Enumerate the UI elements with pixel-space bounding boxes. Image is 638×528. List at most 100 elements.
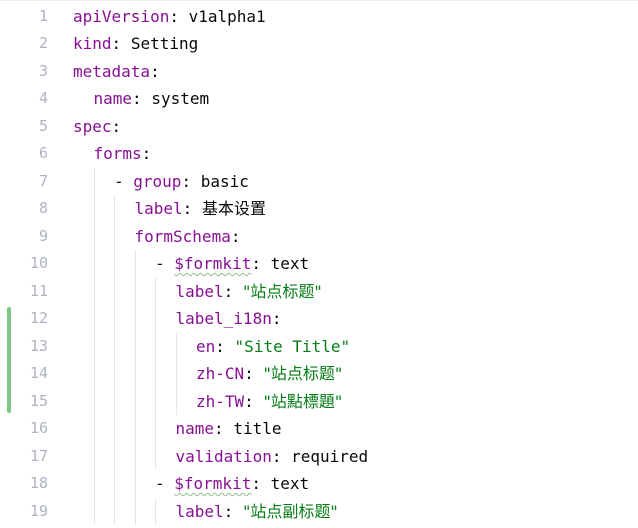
yaml-key: zh-TW bbox=[196, 391, 245, 411]
indent-guide bbox=[73, 140, 94, 168]
code-line[interactable]: 13 en: "Site Title" bbox=[30, 332, 638, 361]
code-line[interactable]: 15 zh-TW: "站點標題" bbox=[30, 387, 638, 416]
indent-guide bbox=[73, 470, 94, 498]
yaml-value: text bbox=[270, 474, 310, 493]
indent-guide bbox=[134, 305, 156, 333]
indent-guide bbox=[93, 360, 115, 388]
line-number: 8 bbox=[38, 199, 48, 217]
yaml-value: title bbox=[233, 419, 282, 438]
indent-guide bbox=[175, 332, 197, 361]
code-editor[interactable]: 1 apiVersion: v1alpha1 2 kind: Setting 3 meta… bbox=[0, 0, 638, 528]
indent-guide bbox=[73, 443, 94, 471]
yaml-colon: : bbox=[271, 446, 282, 466]
code-line[interactable]: 9 formSchema: bbox=[39, 222, 638, 251]
yaml-colon: : bbox=[141, 144, 152, 163]
yaml-colon: : bbox=[230, 226, 241, 246]
yaml-value: system bbox=[151, 89, 210, 108]
indent-guide bbox=[114, 442, 135, 471]
indent-guide bbox=[73, 250, 94, 278]
yaml-key: apiVersion bbox=[73, 6, 170, 26]
code-line[interactable]: 2 kind: Setting bbox=[39, 30, 638, 58]
code-line[interactable]: 7 - group: basic bbox=[39, 167, 638, 196]
yaml-colon: : bbox=[223, 281, 234, 301]
yaml-key: name bbox=[175, 419, 215, 438]
indent-guide bbox=[114, 332, 135, 361]
line-number: 12 bbox=[29, 309, 48, 327]
yaml-key: validation bbox=[175, 446, 272, 466]
line-number: 14 bbox=[29, 364, 48, 382]
indent-guide bbox=[93, 250, 115, 278]
code-area[interactable]: 1 apiVersion: v1alpha1 2 kind: Setting 3 meta… bbox=[30, 3, 638, 526]
yaml-key: label bbox=[134, 199, 183, 218]
indent-guide bbox=[73, 278, 94, 306]
code-line[interactable]: 10 - $formkit: text bbox=[30, 250, 638, 278]
yaml-colon: : bbox=[244, 364, 254, 383]
indent-guide bbox=[155, 387, 176, 416]
code-line[interactable]: 11 label: "站点标题" bbox=[30, 277, 638, 306]
code-line[interactable]: 16 name: title bbox=[30, 415, 638, 443]
indent-guide bbox=[134, 332, 156, 361]
yaml-string-value: "站点副标题" bbox=[242, 501, 338, 521]
code-line[interactable]: 6 forms: bbox=[39, 140, 638, 168]
yaml-colon: : bbox=[169, 6, 179, 26]
indent-guide bbox=[155, 305, 176, 333]
code-line[interactable]: 18 - $formkit: text bbox=[30, 470, 638, 498]
yaml-key: forms bbox=[93, 144, 142, 163]
code-line[interactable]: 5 spec: bbox=[39, 113, 638, 141]
line-number: 19 bbox=[29, 501, 48, 520]
indent-guide bbox=[114, 360, 135, 388]
line-number: 17 bbox=[29, 446, 48, 465]
yaml-colon: : bbox=[132, 89, 142, 108]
indent-guide bbox=[73, 333, 94, 361]
indent-guide bbox=[134, 277, 156, 306]
indent-guide bbox=[134, 442, 156, 471]
code-line[interactable]: 4 name: system bbox=[39, 85, 638, 113]
yaml-string-value: "Site Title" bbox=[234, 336, 351, 356]
yaml-key: kind bbox=[73, 34, 112, 53]
yaml-colon: : bbox=[111, 34, 122, 53]
indent-guide bbox=[73, 223, 94, 251]
indent-guide bbox=[175, 360, 197, 388]
indent-guide bbox=[134, 470, 156, 498]
list-dash: - bbox=[114, 171, 134, 191]
yaml-key: group bbox=[133, 171, 182, 191]
yaml-colon: : bbox=[182, 199, 193, 218]
line-number: 5 bbox=[38, 116, 48, 135]
yaml-value: required bbox=[291, 446, 369, 466]
code-line[interactable]: 1 apiVersion: v1alpha1 bbox=[39, 3, 638, 31]
line-number: 16 bbox=[29, 419, 48, 437]
indent-guide bbox=[175, 387, 197, 416]
code-line[interactable]: 19 label: "站点副标题" bbox=[30, 497, 638, 526]
yaml-colon: : bbox=[214, 419, 224, 438]
yaml-value: text bbox=[270, 254, 310, 273]
line-number: 6 bbox=[38, 144, 48, 162]
yaml-key: $formkit bbox=[174, 254, 252, 273]
indent-guide bbox=[134, 250, 156, 278]
indent-guide bbox=[93, 222, 115, 251]
code-line[interactable]: 14 zh-CN: "站点标题" bbox=[30, 360, 638, 388]
yaml-key: label bbox=[175, 501, 224, 521]
yaml-colon: : bbox=[223, 501, 234, 521]
yaml-string-value: "站点标题" bbox=[263, 364, 343, 383]
yaml-key: $formkit bbox=[174, 474, 252, 493]
indent-guide bbox=[114, 250, 135, 278]
yaml-value: v1alpha1 bbox=[188, 6, 266, 26]
indent-guide bbox=[114, 222, 135, 251]
indent-guide bbox=[73, 305, 94, 333]
code-line[interactable]: 17 validation: required bbox=[30, 442, 638, 471]
yaml-string-value: "站点标题" bbox=[242, 281, 322, 301]
code-line[interactable]: 12 label_i18n: bbox=[30, 305, 638, 333]
indent-guide bbox=[134, 387, 156, 416]
indent-guide bbox=[93, 470, 115, 498]
indent-guide bbox=[93, 415, 115, 443]
line-number: 15 bbox=[29, 391, 48, 410]
line-number: 4 bbox=[38, 89, 48, 107]
code-line[interactable]: 8 label: 基本设置 bbox=[39, 195, 638, 223]
yaml-value: basic bbox=[200, 171, 249, 191]
indent-guide bbox=[155, 442, 176, 471]
yaml-key: label bbox=[175, 281, 224, 301]
line-number: 7 bbox=[38, 171, 48, 190]
indent-guide bbox=[93, 195, 115, 223]
list-dash: - bbox=[155, 474, 175, 493]
code-line[interactable]: 3 metadata: bbox=[39, 58, 638, 86]
